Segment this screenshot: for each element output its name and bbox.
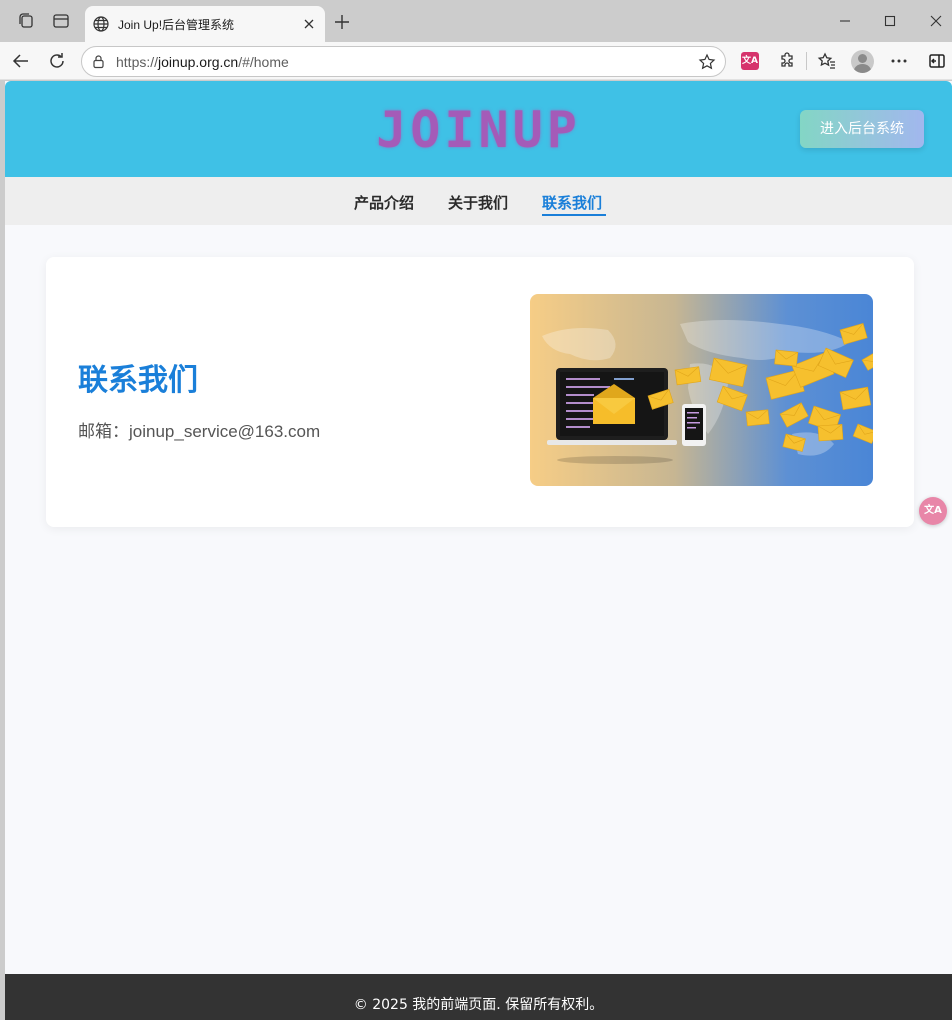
close-tab-icon[interactable] (301, 16, 317, 32)
main-nav: 产品介绍 关于我们 联系我们 (5, 177, 952, 225)
contact-title: 联系我们 (78, 363, 198, 398)
tab-title: Join Up!后台管理系统 (118, 18, 235, 32)
lock-icon[interactable] (91, 54, 106, 69)
maximize-icon[interactable] (883, 14, 897, 28)
tab-actions-icon[interactable] (51, 11, 71, 31)
email-address: joinup_service@163.com (129, 422, 321, 441)
globe-icon (93, 16, 109, 32)
refresh-icon[interactable] (47, 51, 67, 71)
contact-card: 联系我们 邮箱：joinup_service@163.com (46, 257, 914, 527)
toolbar-separator (806, 52, 807, 70)
nav-item-about[interactable]: 关于我们 (448, 192, 508, 213)
site-footer: © 2025 我的前端页面. 保留所有权利。 (5, 974, 952, 1020)
more-options-icon[interactable] (889, 51, 909, 71)
favorites-list-icon[interactable] (817, 51, 837, 71)
page-viewport: JOINUP 进入后台系统 产品介绍 关于我们 联系我们 联系我们 邮箱：joi… (5, 81, 952, 1020)
enter-admin-button[interactable]: 进入后台系统 (800, 110, 924, 148)
browser-toolbar: https://joinup.org.cn/#/home 文A (0, 42, 952, 80)
nav-item-products[interactable]: 产品介绍 (354, 192, 414, 213)
nav-active-indicator (542, 214, 606, 216)
extensions-puzzle-icon[interactable] (777, 51, 797, 71)
profile-avatar[interactable] (851, 50, 874, 73)
email-label: 邮箱： (78, 422, 129, 442)
nav-item-contact[interactable]: 联系我们 (542, 192, 602, 213)
address-bar[interactable]: https://joinup.org.cn/#/home (81, 46, 726, 77)
translate-extension-icon[interactable]: 文A (741, 52, 759, 70)
favorite-star-icon[interactable] (698, 53, 716, 71)
url-path: /#/home (238, 54, 289, 70)
url-text[interactable]: https://joinup.org.cn/#/home (116, 54, 289, 70)
browser-tab-bar: Join Up!后台管理系统 (0, 0, 952, 42)
back-arrow-icon[interactable] (11, 51, 31, 71)
url-host: joinup.org.cn (158, 54, 239, 70)
email-illustration (530, 294, 873, 486)
floating-translate-icon[interactable]: 文A (919, 497, 947, 525)
new-tab-icon[interactable] (333, 13, 351, 31)
workspaces-icon[interactable] (16, 11, 36, 31)
minimize-icon[interactable] (838, 14, 852, 28)
close-window-icon[interactable] (929, 14, 943, 28)
footer-copyright: © 2025 我的前端页面. 保留所有权利。 (353, 997, 604, 1013)
url-scheme: https:// (116, 54, 159, 70)
sidebar-toggle-icon[interactable] (927, 51, 947, 71)
browser-tab-active[interactable]: Join Up!后台管理系统 (85, 6, 325, 42)
contact-email-line: 邮箱：joinup_service@163.com (78, 417, 320, 442)
site-header: JOINUP 进入后台系统 (5, 81, 952, 177)
